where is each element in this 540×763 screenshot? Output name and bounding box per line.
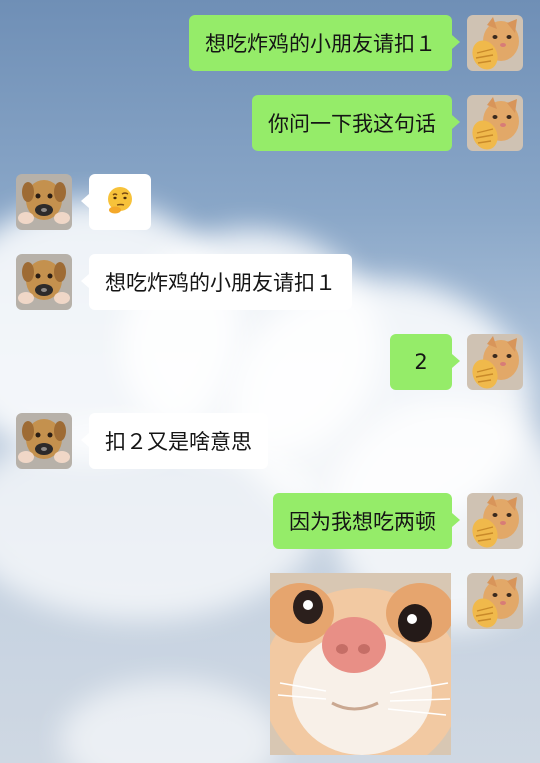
cat-avatar[interactable] [467, 573, 523, 629]
message-text: 想吃炸鸡的小朋友请扣１ [205, 32, 436, 56]
message-text: 想吃炸鸡的小朋友请扣１ [105, 271, 336, 295]
message-text: 2 [414, 350, 428, 374]
message-text: 扣２又是啥意思 [105, 430, 252, 454]
cat-closeup-photo[interactable] [270, 573, 451, 755]
cat-avatar[interactable] [467, 334, 523, 390]
incoming-sticker-bubble[interactable] [81, 174, 151, 230]
outgoing-message-bubble[interactable]: 你问一下我这句话 [252, 95, 460, 151]
message-text: 你问一下我这句话 [268, 112, 436, 136]
thinking-face-emoji-icon [105, 185, 135, 220]
outgoing-message-bubble[interactable]: 2 [390, 334, 460, 390]
cat-avatar[interactable] [467, 493, 523, 549]
cat-avatar[interactable] [467, 95, 523, 151]
incoming-message-bubble[interactable]: 想吃炸鸡的小朋友请扣１ [81, 254, 352, 310]
dog-avatar[interactable] [16, 413, 72, 469]
message-text: 因为我想吃两顿 [289, 510, 436, 534]
outgoing-message-bubble[interactable]: 因为我想吃两顿 [273, 493, 460, 549]
dog-avatar[interactable] [16, 254, 72, 310]
cat-avatar[interactable] [467, 15, 523, 71]
outgoing-message-bubble[interactable]: 想吃炸鸡的小朋友请扣１ [189, 15, 460, 71]
incoming-message-bubble[interactable]: 扣２又是啥意思 [81, 413, 268, 469]
dog-avatar[interactable] [16, 174, 72, 230]
